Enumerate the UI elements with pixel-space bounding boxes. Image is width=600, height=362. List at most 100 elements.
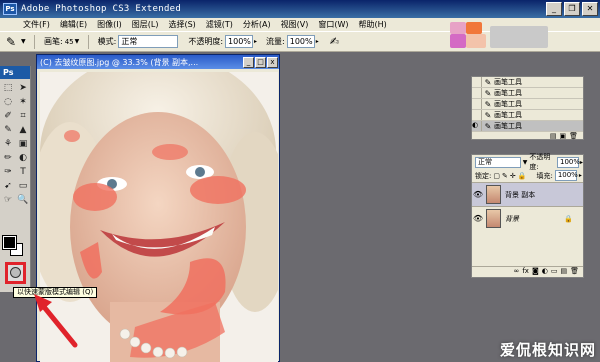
history-checkbox[interactable] xyxy=(472,110,482,120)
lock-label: 锁定: xyxy=(475,171,492,180)
history-footer: ▤ ▣ 🗑 xyxy=(472,132,583,142)
document-title: (C) 去皱纹原图.jpg @ 33.3% (背景 副本,... xyxy=(40,57,199,67)
hand-tool-icon[interactable]: ☞ xyxy=(1,194,15,207)
eye-icon[interactable]: 👁 xyxy=(472,214,484,223)
menu-analysis[interactable]: 分析(A) xyxy=(238,19,276,30)
history-checkbox[interactable] xyxy=(472,77,482,87)
restore-button[interactable]: ❐ xyxy=(564,2,580,16)
fill-label: 填充: xyxy=(536,171,553,180)
layer-style-icon[interactable]: fx xyxy=(522,267,529,277)
brush-tool-icon[interactable]: ▲ xyxy=(16,124,30,137)
chevron-right-icon[interactable]: ▸ xyxy=(579,172,582,179)
brush-icon: ✎ xyxy=(484,110,492,120)
layers-lock-row: 锁定: ▢ ✎ ✛ 🔒 填充: 100% ▸ xyxy=(472,169,583,182)
crop-tool-icon[interactable]: ✐ xyxy=(1,110,15,123)
clone-stamp-tool-icon[interactable]: ⚘ xyxy=(1,138,15,151)
menu-help[interactable]: 帮助(H) xyxy=(354,19,392,30)
chevron-right-icon[interactable]: ▸ xyxy=(580,159,583,166)
menu-file[interactable]: 文件(F) xyxy=(18,19,55,30)
menu-image[interactable]: 图像(I) xyxy=(92,19,127,30)
rectangle-tool-icon[interactable]: ▭ xyxy=(16,180,30,193)
menu-filter[interactable]: 滤镜(T) xyxy=(201,19,238,30)
history-item[interactable]: ✎ 画笔工具 xyxy=(472,110,583,121)
link-layers-icon[interactable]: ∞ xyxy=(514,267,520,277)
minimize-button[interactable]: _ xyxy=(546,2,562,16)
new-layer-icon[interactable]: ▤ xyxy=(560,267,567,277)
trash-icon[interactable]: 🗑 xyxy=(569,132,578,142)
new-snapshot-icon[interactable]: ▣ xyxy=(559,132,566,142)
chevron-down-icon[interactable]: ▼ xyxy=(75,38,83,45)
zoom-tool-icon[interactable]: 🔍 xyxy=(16,194,30,207)
gradient-tool-icon[interactable]: ◐ xyxy=(16,152,30,165)
doc-minimize-button[interactable]: _ xyxy=(243,56,254,68)
history-item-selected[interactable]: ◐ ✎ 画笔工具 xyxy=(472,121,583,132)
doc-maximize-button[interactable]: □ xyxy=(255,56,266,68)
slice-tool-icon[interactable]: ⌗ xyxy=(16,110,30,123)
magic-wand-tool-icon[interactable]: ✶ xyxy=(16,96,30,109)
history-item-label: 画笔工具 xyxy=(494,89,522,97)
adjustment-layer-icon[interactable]: ◐ xyxy=(542,267,548,277)
history-brush-tool-icon[interactable]: ▣ xyxy=(16,138,30,151)
brush-icon: ✎ xyxy=(484,121,492,131)
lock-image-icon[interactable]: ✎ xyxy=(502,172,508,180)
chevron-down-icon[interactable]: ▼ xyxy=(523,159,528,166)
history-item-label: 画笔工具 xyxy=(494,111,522,119)
brush-icon: ✎ xyxy=(484,99,492,109)
blend-mode-select[interactable]: 正常 xyxy=(475,156,521,168)
trash-icon[interactable]: 🗑 xyxy=(570,267,579,277)
title-bar: Ps Adobe Photoshop CS3 Extended _ ❐ ✕ xyxy=(0,0,600,18)
lasso-tool-icon[interactable]: ◌ xyxy=(1,96,15,109)
airbrush-icon[interactable]: ✍ xyxy=(330,35,339,48)
brush-icon: ✎ xyxy=(484,88,492,98)
chevron-right-icon[interactable]: ▸ xyxy=(254,38,262,45)
layers-options-row: 正常 ▼ 不透明度: 100% ▸ xyxy=(472,153,583,171)
foreground-color-swatch[interactable] xyxy=(2,235,17,250)
history-item[interactable]: ✎ 画笔工具 xyxy=(472,88,583,99)
layer-name: 背景 副本 xyxy=(505,190,536,199)
history-checkbox[interactable] xyxy=(472,99,482,109)
history-checkbox[interactable] xyxy=(472,88,482,98)
lock-position-icon[interactable]: ✛ xyxy=(510,172,516,180)
flow-input[interactable]: 100% xyxy=(286,35,315,48)
history-item[interactable]: ✎ 画笔工具 xyxy=(472,99,583,110)
watermark-text: 爱侃根知识网 xyxy=(499,341,596,359)
eye-icon[interactable]: 👁 xyxy=(472,190,484,199)
menu-layer[interactable]: 图层(L) xyxy=(127,19,164,30)
menu-select[interactable]: 选择(S) xyxy=(163,19,200,30)
lock-all-icon[interactable]: 🔒 xyxy=(518,172,527,180)
fill-input[interactable]: 100% xyxy=(554,170,578,181)
history-item[interactable]: ✎ 画笔工具 xyxy=(472,77,583,88)
menu-edit[interactable]: 编辑(E) xyxy=(55,19,92,30)
doc-close-button[interactable]: x xyxy=(267,56,278,68)
new-document-icon[interactable]: ▤ xyxy=(550,132,557,142)
layer-mask-icon[interactable]: ◙ xyxy=(532,267,539,277)
blurred-region xyxy=(490,26,548,48)
layer-row[interactable]: 👁 背景 🔒 xyxy=(472,206,583,230)
document-title-bar[interactable]: (C) 去皱纹原图.jpg @ 33.3% (背景 副本,... _ □ x xyxy=(37,55,279,69)
eraser-tool-icon[interactable]: ✏ xyxy=(1,152,15,165)
healing-brush-tool-icon[interactable]: ✎ xyxy=(1,124,15,137)
marquee-tool-icon[interactable]: ⬚ xyxy=(1,82,15,95)
quick-mask-button[interactable] xyxy=(5,262,26,284)
close-button[interactable]: ✕ xyxy=(582,2,598,16)
new-group-icon[interactable]: ▭ xyxy=(551,267,558,277)
move-tool-icon[interactable]: ➤ xyxy=(16,82,30,95)
quick-mask-icon xyxy=(10,267,21,278)
type-tool-icon[interactable]: T xyxy=(16,166,30,179)
history-source-icon[interactable]: ◐ xyxy=(472,121,482,131)
layer-row-selected[interactable]: 👁 背景 副本 xyxy=(472,182,583,206)
opacity-input[interactable]: 100% xyxy=(225,35,254,48)
chevron-right-icon[interactable]: ▸ xyxy=(316,38,324,45)
window-title: Adobe Photoshop CS3 Extended xyxy=(21,4,182,14)
mode-select[interactable]: 正常 xyxy=(118,35,179,48)
menu-view[interactable]: 视图(V) xyxy=(276,19,314,30)
brush-icon: ✎ xyxy=(484,77,492,87)
menu-window[interactable]: 窗口(W) xyxy=(313,19,353,30)
pen-tool-icon[interactable]: ✑ xyxy=(1,166,15,179)
lock-transparent-icon[interactable]: ▢ xyxy=(493,172,500,180)
chevron-down-icon[interactable]: ▼ xyxy=(21,38,29,45)
brush-tool-icon[interactable]: ✎ xyxy=(6,35,20,49)
layer-opacity-input[interactable]: 100% xyxy=(556,156,580,168)
brush-size-picker[interactable]: 45 xyxy=(65,38,74,46)
path-selection-tool-icon[interactable]: ➹ xyxy=(1,180,15,193)
